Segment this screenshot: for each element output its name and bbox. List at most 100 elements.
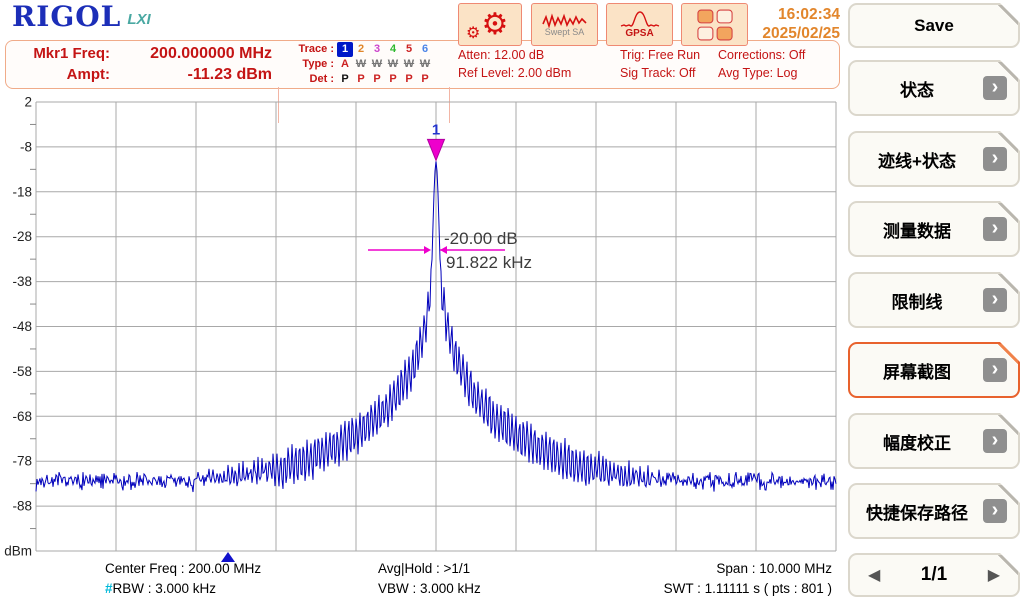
sidebar-button-label: 快捷保存路径 <box>860 485 974 537</box>
y-axis-label: -78 <box>12 454 32 469</box>
spectrum-display: 2-8-18-28-38-48-58-68-78-88dBm1-20.00 dB… <box>0 95 845 570</box>
swept-sa-label: Swept SA <box>545 27 585 37</box>
marker-freq-value: 200.000000 MHz <box>110 43 272 64</box>
trace-type-3[interactable]: W <box>369 57 385 72</box>
marker-ampt-value: -11.23 dBm <box>110 64 272 85</box>
save-button-label: Save <box>850 5 1018 46</box>
trace-number-6[interactable]: 6 <box>417 42 433 57</box>
trace-row-label: Trace : <box>290 42 334 57</box>
chevron-right-icon: › <box>983 147 1007 171</box>
avg-type-value: Avg Type: Log <box>718 64 805 82</box>
trace-table: Trace :123456Type :AWWWWWDet :PPPPPP <box>290 42 440 87</box>
trace-det-4[interactable]: P <box>385 72 401 87</box>
spectrum-plot: 2-8-18-28-38-48-58-68-78-88dBm1-20.00 dB… <box>0 95 845 570</box>
sidebar-button-label: 迹线+状态 <box>860 133 974 185</box>
sidebar-button-4[interactable]: 限制线› <box>848 272 1020 328</box>
chevron-right-icon: › <box>983 76 1007 100</box>
sidebar-button-1[interactable]: 状态 › <box>848 60 1020 116</box>
apps-grid-icon <box>696 9 734 41</box>
rbw-value: RBW : 3.000 kHz <box>113 581 217 596</box>
atten-block: Atten: 12.00 dB Ref Level: 2.00 dBm <box>458 46 571 82</box>
sidebar-button-label: 幅度校正 <box>860 415 974 467</box>
trace-det-6[interactable]: P <box>417 72 433 87</box>
brand-name: RIGOL <box>12 0 121 33</box>
save-button[interactable]: Save <box>848 3 1020 48</box>
y-axis-label: -18 <box>12 184 32 199</box>
marker-down-triangle-icon <box>428 139 445 160</box>
sidebar-button-label: 状态 <box>860 62 974 114</box>
trace-number-3[interactable]: 3 <box>369 42 385 57</box>
chevron-right-icon: › <box>983 358 1007 382</box>
trace-type-4[interactable]: W <box>385 57 401 72</box>
corrections-block: Corrections: Off Avg Type: Log <box>718 46 805 82</box>
gear-icon: ⚙ <box>482 10 509 40</box>
trace-det-3[interactable]: P <box>369 72 385 87</box>
lxi-badge: LXI <box>127 11 150 28</box>
bw-freq-annotation: 91.822 kHz <box>446 253 532 272</box>
sidebar-button-label: 屏幕截图 <box>860 344 974 396</box>
trace-type-6[interactable]: W <box>417 57 433 72</box>
time-value: 16:02:34 <box>740 5 840 24</box>
trace-type-1[interactable]: A <box>337 57 353 72</box>
date-value: 2025/02/25 <box>740 24 840 43</box>
settings-button[interactable]: ⚙ ⚙ <box>458 3 522 46</box>
swept-sa-button[interactable]: Swept SA <box>531 3 598 46</box>
y-axis-label: -28 <box>12 229 32 244</box>
gaussian-peak-icon <box>614 10 666 30</box>
trace-row-label: Type : <box>290 57 334 72</box>
sidebar-button-3[interactable]: 测量数据› <box>848 201 1020 257</box>
swt-readout: SWT : 1.11111 s ( pts : 801 ) <box>560 581 832 596</box>
marker-number: 1 <box>432 121 440 138</box>
trace-type-2[interactable]: W <box>353 57 369 72</box>
sidebar-button-5[interactable]: 屏幕截图 › <box>848 342 1020 398</box>
trace-det-2[interactable]: P <box>353 72 369 87</box>
bw-db-annotation: -20.00 dB <box>444 229 518 248</box>
gear-small-icon: ⚙ <box>466 23 480 43</box>
avg-hold-readout: Avg|Hold : >1/1 <box>378 561 470 576</box>
apps-button[interactable] <box>681 3 748 46</box>
span-readout: Span : 10.000 MHz <box>560 561 832 576</box>
corrections-value: Corrections: Off <box>718 46 805 64</box>
screen: { "brand": { "logo": "RIGOL", "lxi": "LX… <box>0 0 1024 600</box>
trace-number-1[interactable]: 1 <box>337 42 353 57</box>
trace-number-2[interactable]: 2 <box>353 42 369 57</box>
y-axis-label: -48 <box>12 319 32 334</box>
center-freq-readout: Center Freq : 200.00 MHz <box>105 561 261 576</box>
rbw-coupled-flag: # <box>105 581 113 596</box>
trace-number-4[interactable]: 4 <box>385 42 401 57</box>
rbw-readout: #RBW : 3.000 kHz <box>105 581 216 596</box>
y-axis-label: -8 <box>20 139 32 154</box>
clock: 16:02:34 2025/02/25 <box>740 5 840 43</box>
ref-level-value: Ref Level: 2.00 dBm <box>458 64 571 82</box>
trace-det-1[interactable]: P <box>337 72 353 87</box>
page-selector[interactable]: ◀ 1/1 ▶ <box>848 553 1020 597</box>
gpsa-label: GPSA <box>625 28 653 39</box>
page-next-icon[interactable]: ▶ <box>988 565 1000 585</box>
chevron-right-icon: › <box>983 288 1007 312</box>
arrow-right-icon <box>424 246 431 254</box>
chevron-right-icon: › <box>983 499 1007 523</box>
trace-det-5[interactable]: P <box>401 72 417 87</box>
y-axis-label: -68 <box>12 409 32 424</box>
chevron-right-icon: › <box>983 429 1007 453</box>
trace-type-5[interactable]: W <box>401 57 417 72</box>
gpsa-button[interactable]: GPSA <box>606 3 673 46</box>
trace-row-label: Det : <box>290 72 334 87</box>
trace-number-5[interactable]: 5 <box>401 42 417 57</box>
rigol-logo: RIGOL LXI <box>12 0 151 33</box>
y-axis-label: -88 <box>12 499 32 514</box>
sidebar-button-2[interactable]: 迹线+状态 › <box>848 131 1020 187</box>
trig-block: Trig: Free Run Sig Track: Off <box>620 46 700 82</box>
sig-track-value: Sig Track: Off <box>620 64 700 82</box>
chevron-right-icon: › <box>983 217 1007 241</box>
y-axis-label: dBm <box>4 544 32 559</box>
sidebar-button-6[interactable]: 幅度校正 › <box>848 413 1020 469</box>
atten-value: Atten: 12.00 dB <box>458 46 571 64</box>
trig-value: Trig: Free Run <box>620 46 700 64</box>
y-axis-label: -58 <box>12 364 32 379</box>
marker-readout: Mkr1 Freq: 200.000000 MHz Ampt: -11.23 d… <box>10 43 272 85</box>
marker-freq-label: Mkr1 Freq: <box>10 43 110 64</box>
marker-ampt-label: Ampt: <box>10 64 110 85</box>
y-axis-label: -38 <box>12 274 32 289</box>
sidebar-button-7[interactable]: 快捷保存路径 › <box>848 483 1020 539</box>
